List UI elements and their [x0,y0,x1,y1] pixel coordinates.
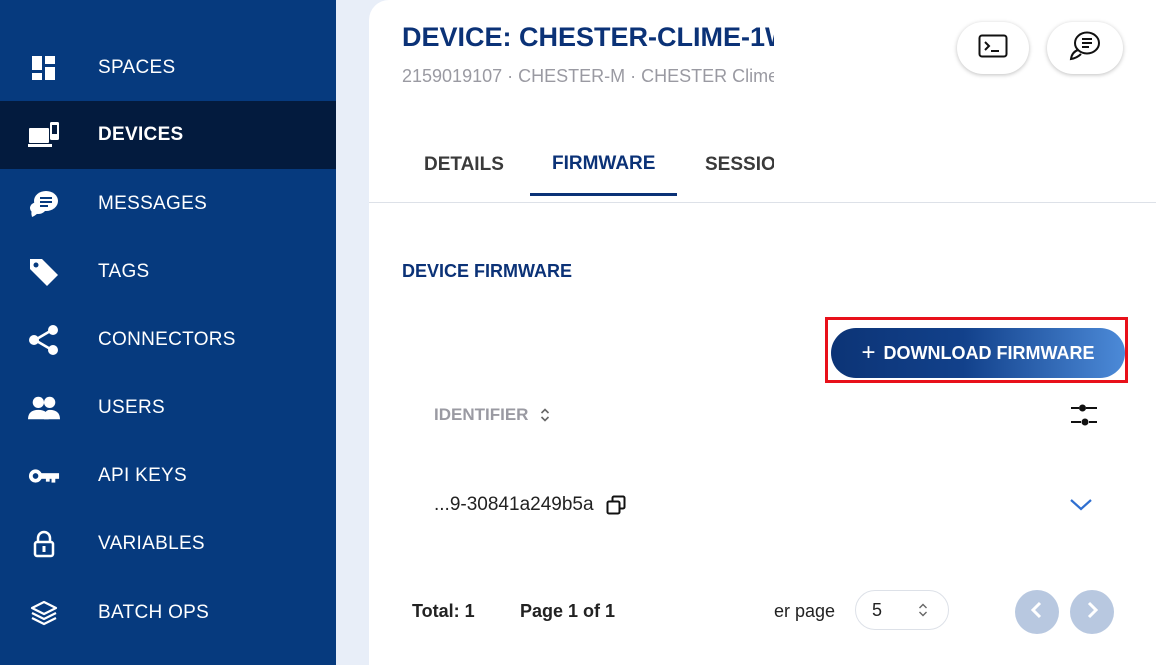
sidebar-item-label: MESSAGES [98,193,208,214]
page-indicator: Page 1 of 1 [520,601,616,621]
plus-icon: + [861,339,876,366]
messages-icon [28,188,60,220]
layers-icon [28,597,60,629]
terminal-icon [978,34,1008,63]
sort-icon [540,408,550,422]
tab-details[interactable]: DETAILS [424,154,504,176]
column-header-identifier[interactable]: IDENTIFIER [434,405,550,425]
select-arrows-icon [918,603,928,617]
sidebar: SPACES DEVICES MESSAGES TAGS CONNECTORS … [0,0,336,665]
sidebar-item-users[interactable]: USERS [0,374,336,442]
dashboard-icon [28,52,60,84]
rows-per-page-label: er page [774,601,836,621]
terminal-button[interactable] [957,22,1029,74]
tab-strip: DETAILS FIRMWARE SESSIONS [369,130,774,202]
sidebar-item-label: BATCH OPS [98,602,210,623]
sidebar-item-devices[interactable]: DEVICES [0,101,336,169]
tab-firmware[interactable]: FIRMWARE [552,153,655,175]
sidebar-item-api-keys[interactable]: API KEYS [0,442,336,510]
main-panel: DEVICE: CHESTER-CLIME-1W 2159019107 · CH… [369,0,1156,665]
page-subtitle: 2159019107 · CHESTER-M · CHESTER Clime [402,66,774,86]
sidebar-item-label: VARIABLES [98,533,205,554]
rows-per-page-value: 5 [872,599,883,620]
chat-button[interactable] [1047,22,1123,74]
key-icon [28,460,60,492]
table-row: ...9-30841a249b5a [434,494,626,516]
section-title: DEVICE FIRMWARE [402,261,573,281]
devices-icon [28,119,60,151]
sidebar-item-label: DEVICES [98,124,184,145]
download-firmware-label: DOWNLOAD FIRMWARE [883,342,1095,363]
rows-per-page-select[interactable]: 5 [855,590,949,630]
prev-page-button[interactable] [1015,590,1059,634]
sidebar-item-tags[interactable]: TAGS [0,238,336,306]
sidebar-item-batch-ops[interactable]: BATCH OPS [0,579,336,647]
column-settings-button[interactable] [1069,403,1099,434]
chevron-right-icon [1085,601,1099,624]
sliders-icon [1069,404,1099,433]
sidebar-item-label: TAGS [98,261,150,282]
sidebar-item-label: SPACES [98,57,176,78]
chevron-left-icon [1030,601,1044,624]
page-title: DEVICE: CHESTER-CLIME-1W [402,22,774,52]
total-count: Total: 1 [412,601,475,621]
tab-bar: DETAILS FIRMWARE SESSIONS [369,130,1156,203]
firmware-identifier: ...9-30841a249b5a [434,494,594,515]
copy-icon[interactable] [606,495,626,515]
chat-icon [1068,30,1102,67]
share-icon [28,324,60,356]
sidebar-item-label: CONNECTORS [98,329,236,350]
users-icon [28,392,60,424]
next-page-button[interactable] [1070,590,1114,634]
tag-icon [28,256,60,288]
sidebar-item-variables[interactable]: VARIABLES [0,510,336,578]
sidebar-item-label: API KEYS [98,465,187,486]
expand-row-button[interactable] [1068,495,1094,518]
sidebar-item-connectors[interactable]: CONNECTORS [0,306,336,374]
download-firmware-button[interactable]: + DOWNLOAD FIRMWARE [831,328,1125,378]
chevron-down-icon [1068,499,1094,517]
sidebar-item-spaces[interactable]: SPACES [0,34,336,102]
active-tab-indicator [530,193,677,196]
lock-icon [28,528,60,560]
sidebar-item-messages[interactable]: MESSAGES [0,170,336,238]
sidebar-item-label: USERS [98,397,165,418]
tab-sessions[interactable]: SESSIONS [705,154,774,176]
